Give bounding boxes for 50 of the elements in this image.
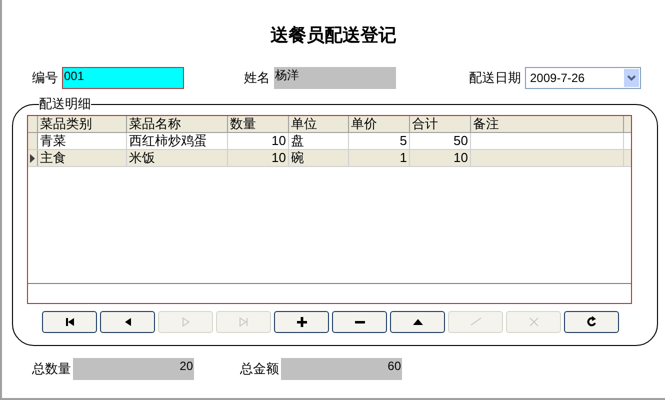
navigator-button[interactable]: [390, 311, 445, 333]
field-label: 配送日期: [469, 69, 521, 88]
navigator-button[interactable]: [564, 311, 619, 333]
form-title: 送餐员配送登记: [270, 24, 396, 47]
skip-to-first-icon: [64, 316, 76, 328]
skip-to-last-icon: [238, 316, 250, 328]
table-cell: 10: [228, 150, 289, 166]
table-cell: 50: [410, 133, 471, 149]
column-header[interactable]: 备注: [471, 116, 624, 132]
total-field: 20: [73, 358, 194, 380]
total-label: 总数量: [32, 360, 71, 378]
text-field[interactable]: 杨洋: [274, 67, 396, 89]
field-label: 编号: [32, 69, 58, 88]
table-cell: 10: [410, 150, 471, 166]
navigator-button[interactable]: [332, 311, 387, 333]
navigator-button[interactable]: [100, 311, 155, 333]
plus-icon: [296, 316, 308, 328]
field-label: 姓名: [244, 69, 270, 88]
table-cell: 1: [349, 150, 410, 166]
chevron-down-icon: [627, 75, 636, 81]
close-icon: [528, 316, 540, 328]
total-label: 总金额: [240, 360, 279, 378]
table-cell: 5: [349, 133, 410, 149]
table-cell: 青菜: [38, 133, 127, 149]
column-header[interactable]: 合计: [410, 116, 471, 132]
table-cell: 10: [228, 133, 289, 149]
column-header[interactable]: 单位: [289, 116, 349, 132]
total-field: 60: [281, 358, 402, 380]
table-row[interactable]: 主食 米饭 10 碗 1 10: [28, 150, 631, 167]
date-field[interactable]: 2009-7-26: [525, 67, 641, 89]
table-cell: 主食: [38, 150, 127, 166]
row-pointer-icon: [30, 154, 35, 162]
column-header[interactable]: 数量: [228, 116, 289, 132]
table-cell: 米饭: [127, 150, 228, 166]
navigator-button[interactable]: [42, 311, 97, 333]
table-row[interactable]: 青菜 西红柿炒鸡蛋 10 盘 5 50: [28, 133, 631, 150]
text-field[interactable]: 001: [62, 67, 184, 89]
column-header[interactable]: 菜品类别: [38, 116, 127, 132]
row-indicator[interactable]: [28, 150, 38, 166]
group-title: 配送明细: [39, 95, 91, 113]
column-header[interactable]: 菜品名称: [127, 116, 228, 132]
navigator-button[interactable]: [274, 311, 329, 333]
right-triangle-icon: [180, 316, 192, 328]
dropdown-button[interactable]: [623, 68, 640, 88]
table-cell: 碗: [289, 150, 349, 166]
table-cell: 盘: [289, 133, 349, 149]
check-icon: [470, 316, 482, 328]
refresh-icon: [586, 316, 598, 328]
table-cell: 西红柿炒鸡蛋: [127, 133, 228, 149]
column-header[interactable]: 单价: [349, 116, 410, 132]
